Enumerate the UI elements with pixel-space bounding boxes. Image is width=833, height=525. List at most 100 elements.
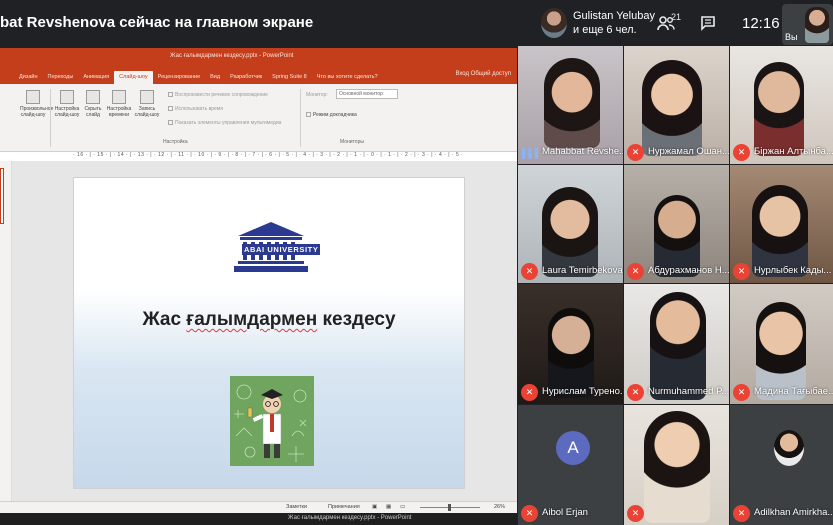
ribbon-group-settings: Настройка bbox=[163, 139, 188, 145]
ppt-tab[interactable]: Переходы bbox=[43, 74, 79, 84]
ribbon-hide-slide-button[interactable]: Скрыть слайд bbox=[80, 90, 106, 118]
participant-tile[interactable]: ▌▌▌ Mahabbat Revshe... bbox=[518, 46, 623, 164]
mic-off-icon: ✕ bbox=[627, 384, 644, 401]
reading-view-icon[interactable]: ▭ bbox=[400, 504, 405, 510]
university-logo: ABAI UNIVERSITY bbox=[228, 218, 321, 274]
participant-video-figure bbox=[752, 185, 808, 277]
mic-off-icon: ✕ bbox=[627, 263, 644, 280]
clock: 12:16 bbox=[742, 15, 780, 32]
ribbon-label: Произвольное слайд-шоу bbox=[20, 106, 54, 118]
self-view-tile[interactable]: Вы bbox=[782, 4, 833, 45]
ribbon-group-monitors: Мониторы bbox=[340, 139, 364, 145]
host-info[interactable]: Gulistan Yelubay и еще 6 чел. bbox=[541, 8, 655, 38]
ribbon-separator bbox=[50, 89, 51, 147]
participant-name: Mahabbat Revshe... bbox=[542, 146, 623, 157]
ribbon-label: Настройка времени bbox=[106, 106, 132, 118]
mic-off-icon: ✕ bbox=[627, 144, 644, 161]
ppt-tell-me[interactable]: Что вы хотите сделать? bbox=[312, 74, 383, 84]
zoom-slider-knob[interactable] bbox=[448, 504, 451, 511]
presenter-banner: bat Revshenova сейчас на главном экране bbox=[0, 14, 314, 31]
top-bar: bat Revshenova сейчас на главном экране … bbox=[0, 0, 833, 48]
slide-title-spellcheck-word: ғалымдармен bbox=[186, 309, 318, 330]
mic-on-icon: ▌▌▌ bbox=[522, 148, 542, 158]
mic-off-icon: ✕ bbox=[521, 505, 538, 522]
participant-tile[interactable]: ✕ Мадина Тағыбае... bbox=[730, 284, 833, 404]
participant-video-figure bbox=[754, 62, 804, 156]
participant-name: Aibol Erjan bbox=[542, 507, 588, 518]
shared-screen: Жас ғалымдармен кездесу.pptx - PowerPoin… bbox=[0, 48, 517, 525]
university-logo-text: ABAI UNIVERSITY bbox=[242, 244, 321, 255]
ppt-ribbon: Произвольное слайд-шоу Настройка слайд-ш… bbox=[0, 84, 517, 152]
ribbon-label: Скрыть слайд bbox=[84, 106, 102, 118]
ppt-tab[interactable]: Разработчик bbox=[225, 74, 267, 84]
ppt-account-share[interactable]: Вход Общий доступ bbox=[455, 71, 511, 77]
self-label: Вы bbox=[785, 32, 798, 42]
ppt-tab[interactable]: Анимация bbox=[78, 74, 114, 84]
ppt-tab[interactable]: Дизайн bbox=[14, 74, 43, 84]
ppt-tab-active[interactable]: Слайд-шоу bbox=[114, 71, 153, 84]
slide-canvas[interactable]: ABAI UNIVERSITY Жас ғалымдармен кездесу bbox=[73, 177, 465, 489]
monitor-select[interactable]: Основной монитор bbox=[336, 89, 398, 99]
normal-view-icon[interactable]: ▣ bbox=[372, 504, 377, 510]
slide-title-suffix: кездесу bbox=[317, 309, 396, 330]
avatar bbox=[774, 430, 804, 466]
timings-checkbox[interactable]: Использовать время bbox=[168, 106, 223, 112]
check-label: Воспроизвести речевое сопровождение bbox=[175, 92, 268, 98]
participant-tile[interactable]: ✕ Adilkhan Amirkha... bbox=[730, 405, 833, 525]
host-others: и еще 6 чел. bbox=[573, 24, 637, 36]
taskbar-item[interactable]: Жас ғалымдармен кездесу.pptx - PowerPoin… bbox=[288, 515, 411, 521]
media-controls-checkbox[interactable]: Показать элементы управления мультимедиа bbox=[168, 120, 281, 126]
mic-off-icon: ✕ bbox=[733, 144, 750, 161]
ribbon-custom-show-button[interactable]: Произвольное слайд-шоу bbox=[20, 90, 53, 118]
participant-tile[interactable]: ✕ bbox=[624, 405, 729, 525]
participant-tile[interactable]: A ✕ Aibol Erjan bbox=[518, 405, 623, 525]
slide-thumbnail-pane[interactable] bbox=[0, 161, 12, 501]
mic-off-icon: ✕ bbox=[521, 263, 538, 280]
notes-button[interactable]: Заметки bbox=[286, 504, 307, 510]
participant-name: Нурлыбек Кады... bbox=[754, 265, 832, 276]
chat-icon[interactable] bbox=[700, 15, 716, 36]
participant-name: Nurmuhammed P... bbox=[648, 386, 729, 397]
ppt-tab[interactable]: Рецензирование bbox=[153, 74, 205, 84]
participant-name: Абдурахманов Н... bbox=[648, 265, 729, 276]
participant-tile[interactable]: ✕ Нурислам Турено... bbox=[518, 284, 623, 404]
zoom-level[interactable]: 26% bbox=[494, 504, 505, 510]
mic-off-icon: ✕ bbox=[733, 263, 750, 280]
participant-name: Біржан Алтынба... bbox=[754, 146, 833, 157]
ribbon-record-button[interactable]: Запись слайд-шоу bbox=[134, 90, 160, 118]
self-video bbox=[805, 7, 829, 43]
presenter-view-checkbox[interactable]: Режим докладчика bbox=[306, 112, 357, 118]
host-avatar bbox=[541, 8, 567, 38]
mic-off-icon: ✕ bbox=[733, 505, 750, 522]
sorter-view-icon[interactable]: ▦ bbox=[386, 504, 391, 510]
comments-button[interactable]: Примечания bbox=[328, 504, 360, 510]
participant-tile[interactable]: ✕ Нурлыбек Кады... bbox=[730, 165, 833, 283]
participant-video-figure bbox=[542, 187, 598, 277]
host-name: Gulistan Yelubay bbox=[573, 10, 655, 22]
ribbon-label: Запись слайд-шоу bbox=[134, 106, 160, 118]
participant-tile[interactable]: ✕ Laura Temirbekova bbox=[518, 165, 623, 283]
ppt-tab[interactable]: Spring Suite 8 bbox=[267, 74, 312, 84]
check-label: Показать элементы управления мультимедиа bbox=[175, 120, 282, 126]
slide-title[interactable]: Жас ғалымдармен кездесу bbox=[74, 309, 464, 331]
participant-name: Adilkhan Amirkha... bbox=[754, 507, 833, 518]
vertical-ruler bbox=[13, 161, 22, 501]
slide-thumbnail-active[interactable] bbox=[0, 168, 4, 224]
check-label: Режим докладчика bbox=[313, 112, 357, 118]
participant-name: Laura Temirbekova bbox=[542, 265, 623, 276]
participant-video-figure bbox=[544, 58, 600, 148]
ribbon-setup-show-button[interactable]: Настройка слайд-шоу bbox=[54, 90, 80, 118]
narration-checkbox[interactable]: Воспроизвести речевое сопровождение bbox=[168, 92, 268, 98]
participant-tile[interactable]: ✕ Nurmuhammed P... bbox=[624, 284, 729, 404]
ppt-ribbon-tabs: Дизайн Переходы Анимация Слайд-шоу Рецен… bbox=[0, 68, 517, 84]
host-text: Gulistan Yelubay и еще 6 чел. bbox=[573, 9, 655, 37]
scientist-illustration bbox=[230, 376, 314, 466]
participant-name: Нурислам Турено... bbox=[542, 386, 623, 397]
ribbon-rehearse-button[interactable]: Настройка времени bbox=[106, 90, 132, 118]
check-label: Использовать время bbox=[175, 106, 223, 112]
participant-tile[interactable]: ✕ Біржан Алтынба... bbox=[730, 46, 833, 164]
participant-tile[interactable]: ✕ Абдурахманов Н... bbox=[624, 165, 729, 283]
ppt-tab[interactable]: Вид bbox=[205, 74, 225, 84]
windows-taskbar: Жас ғалымдармен кездесу.pptx - PowerPoin… bbox=[0, 513, 517, 525]
participant-tile[interactable]: ✕ Нуржамал Ошан... bbox=[624, 46, 729, 164]
